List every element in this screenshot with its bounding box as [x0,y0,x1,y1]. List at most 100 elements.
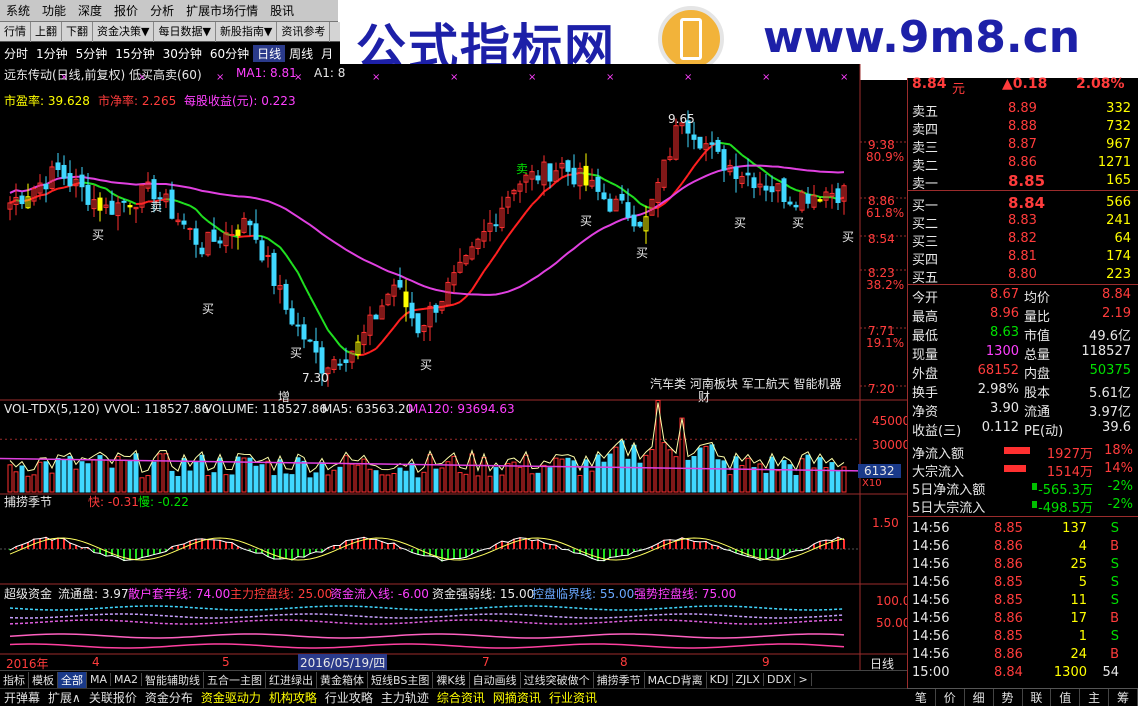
menu-depth[interactable]: 深度 [72,0,108,22]
toolbar-page-up[interactable]: 上翻 [31,21,62,42]
indicator-tab-3[interactable]: MA [87,673,112,686]
indicator-tab-17[interactable]: DDX [764,673,796,686]
candle-body [733,166,739,179]
kline-chart[interactable]: × × × × × × × × × × × [0,64,907,670]
stat-label: 收益(三) [912,424,962,439]
period-tab-5min[interactable]: 5分钟 [72,45,112,62]
quote-price: 8.84 [912,76,947,92]
axis-pct-4: 38.2% [866,278,905,292]
stat-label: 现量 [912,348,939,363]
period-tab-60min[interactable]: 60分钟 [206,45,253,62]
indicator-tab-15[interactable]: KDJ [707,673,733,686]
ask-row: 卖一 8.85 165 [908,172,1138,192]
ask-price: 8.87 [1008,137,1037,152]
indicator-tab-1[interactable]: 模板 [29,671,58,688]
toolbar-page-down[interactable]: 下翻 [62,21,93,42]
period-tab-intraday[interactable]: 分时 [0,45,32,62]
indicator-tab-14[interactable]: MACD背离 [645,671,707,688]
feature-tab-2[interactable]: 关联报价 [85,689,141,706]
quote-tab-6[interactable]: 主 [1080,689,1110,706]
indicator-tab-18[interactable]: > [795,673,812,686]
tick-side: B [1110,647,1119,662]
tick-time: 14:56 [912,539,950,554]
volume-bar [175,475,181,493]
candle-body [169,189,175,219]
feature-tab-6[interactable]: 行业攻略 [321,689,377,706]
feature-tab-9[interactable]: 网摘资讯 [489,689,545,706]
buy-signal-3: 买 [290,346,303,360]
menu-function[interactable]: 功能 [36,0,72,22]
menu-stock-news[interactable]: 股讯 [264,0,300,22]
volume-bar [691,456,697,493]
volume-bar [61,459,67,493]
tick-price: 8.86 [994,557,1023,572]
buy-signal-1: 买 [92,228,105,242]
vvol-value: VVOL: 118527.86 [104,402,210,416]
candle-body [637,221,643,227]
tick-time: 14:56 [912,575,950,590]
feature-tab-0[interactable]: 开弹幕 [0,689,44,706]
super-float: 流通盘: 3.97 [58,587,129,601]
ask-volume: 165 [1106,173,1131,188]
indicator-tab-10[interactable]: 裸K线 [433,671,470,688]
feature-tab-1[interactable]: 扩展∧ [44,689,85,706]
indicator-tab-12[interactable]: 过线突破做个 [521,671,594,688]
menu-quote[interactable]: 报价 [108,0,144,22]
toolbar-daily-data[interactable]: 每日数据▼ [154,21,216,42]
stat-value: 8.96 [990,306,1019,321]
indicator-tab-2[interactable]: 全部 [58,671,87,688]
period-tab-daily[interactable]: 日线 [253,44,286,62]
indicator-tab-9[interactable]: 短线BS主图 [368,671,434,688]
toolbar-ipo-guide[interactable]: 新股指南▼ [216,21,278,42]
quote-tab-3[interactable]: 势 [994,689,1023,706]
indicator-tab-13[interactable]: 捕捞季节 [594,671,645,688]
feature-tab-3[interactable]: 资金分布 [141,689,197,706]
candle-body [337,363,343,366]
tick-row: 14:56 8.86 4 B [908,538,1138,556]
volume-bar [769,456,775,493]
tick-time: 14:56 [912,521,950,536]
quote-tab-2[interactable]: 细 [965,689,994,706]
menu-analysis[interactable]: 分析 [144,0,180,22]
flow-bar [1004,465,1026,472]
volume-bar [751,467,757,493]
indicator-tab-16[interactable]: ZJLX [733,673,764,686]
period-tab-15min[interactable]: 15分钟 [111,45,158,62]
period-tab-monthly[interactable]: 月 [317,45,337,62]
toolbar-quote[interactable]: 行情 [0,21,31,42]
menu-extended-market[interactable]: 扩展市场行情 [180,0,264,22]
stat-value-2: 3.97亿 [1089,405,1131,420]
menu-system[interactable]: 系统 [0,0,36,22]
axis-price-6: 7.20 [868,382,895,396]
super-line2: 主力控盘线: 25.00 [230,587,333,601]
indicator-tab-8[interactable]: 黄金箱体 [317,671,369,688]
volume-bar [631,444,637,493]
indicator-tab-5[interactable]: 智能辅助线 [142,671,205,688]
indicator-tab-11[interactable]: 自动画线 [470,671,521,688]
feature-tab-4[interactable]: 资金驱动力 [197,689,265,706]
quote-tab-4[interactable]: 联 [1023,689,1052,706]
period-tab-1min[interactable]: 1分钟 [32,45,72,62]
indicator-tab-7[interactable]: 红进绿出 [266,671,318,688]
quote-tab-7[interactable]: 筹 [1109,689,1138,706]
quote-tab-1[interactable]: 价 [936,689,965,706]
period-tab-30min[interactable]: 30分钟 [159,45,206,62]
quote-pct: 2.08% [1076,76,1125,92]
feature-tab-8[interactable]: 综合资讯 [433,689,489,706]
indicator-tab-4[interactable]: MA2 [111,673,143,686]
feature-tab-10[interactable]: 行业资讯 [545,689,601,706]
volume-bar [271,475,277,493]
quote-tab-5[interactable]: 值 [1051,689,1081,706]
period-tab-weekly[interactable]: 周线 [285,45,317,62]
toolbar-fund-decision[interactable]: 资金决策▼ [93,21,155,42]
candle-body [295,324,301,327]
toolbar-news[interactable]: 资讯参考 [277,21,331,42]
feature-tab-5[interactable]: 机构攻略 [265,689,321,706]
indicator-tab-0[interactable]: 指标 [0,671,29,688]
flow-value: -498.5万 [1038,501,1093,516]
indicator-tab-6[interactable]: 五合一主图 [204,671,267,688]
axis-pct-5: 19.1% [866,336,905,350]
volume-bar [595,454,601,493]
feature-tab-7[interactable]: 主力轨迹 [377,689,433,706]
quote-tab-0[interactable]: 笔 [907,689,936,706]
